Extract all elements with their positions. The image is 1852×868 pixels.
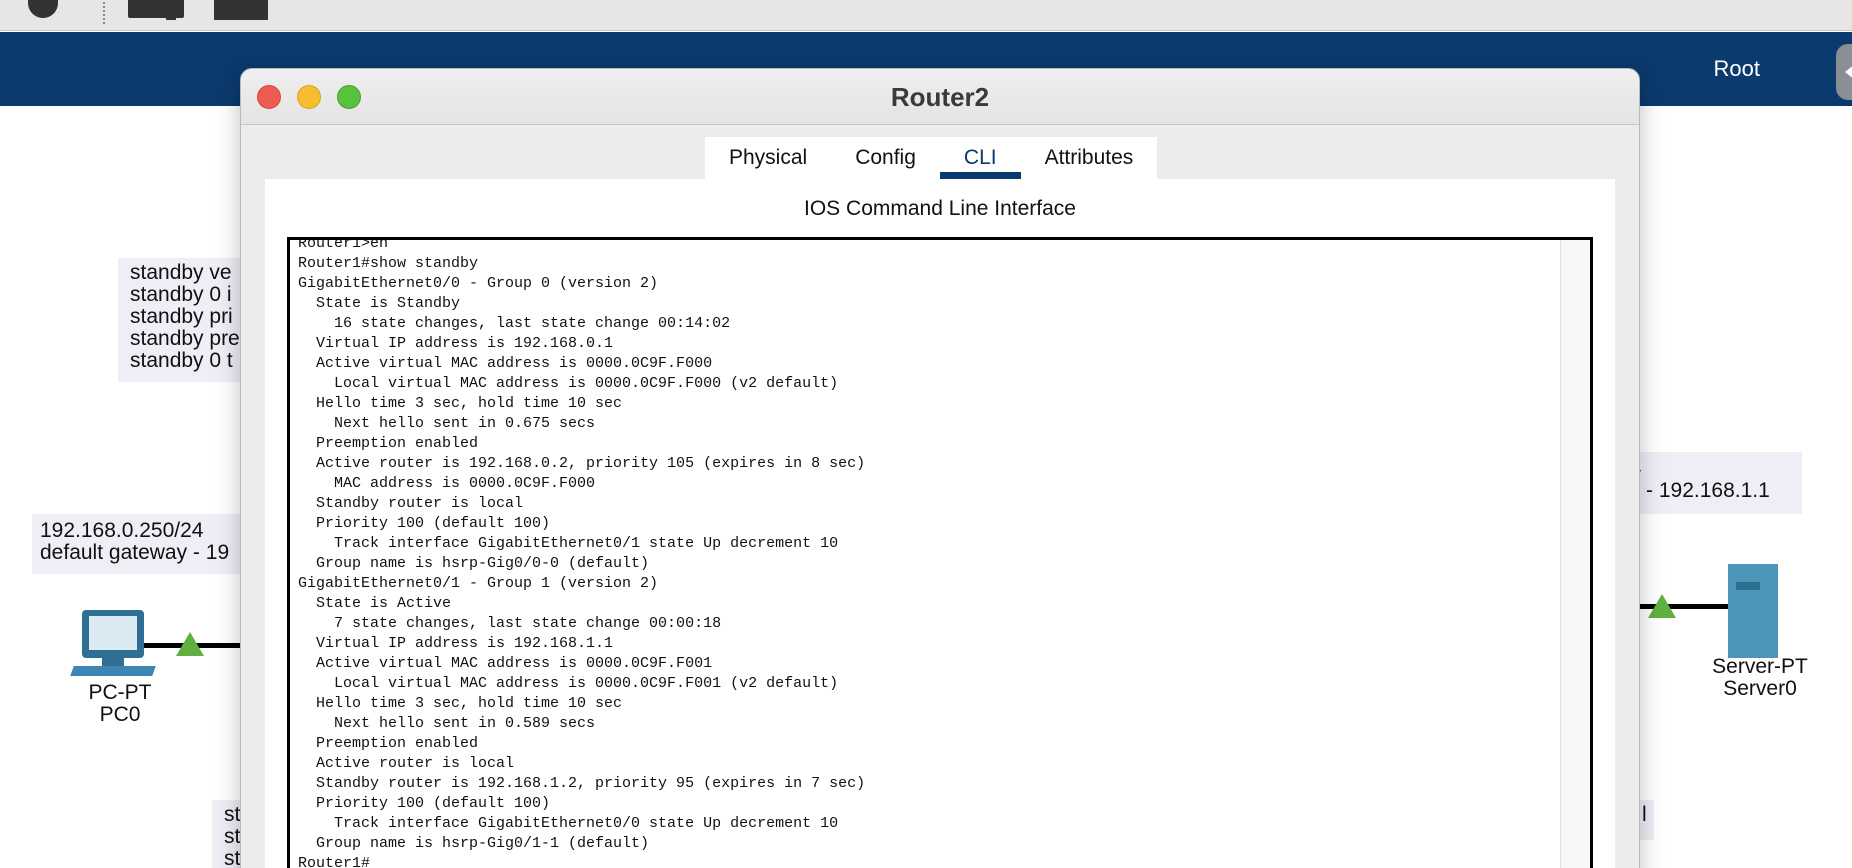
note-standby-config[interactable]: standby ve standby 0 i standby pri stand… [118, 258, 258, 382]
root-label[interactable]: Root [1714, 56, 1760, 82]
server-slot [1736, 582, 1760, 590]
tab-physical[interactable]: Physical [705, 137, 831, 179]
router-window: Router2 Physical Config CLI Attributes I… [240, 68, 1640, 868]
panel-title: IOS Command Line Interface [804, 197, 1076, 220]
toolbar-separator [103, 2, 105, 24]
tab-bar: Physical Config CLI Attributes [705, 137, 1158, 179]
pc-icon[interactable] [68, 610, 158, 684]
server-icon[interactable] [1728, 556, 1790, 658]
cli-output[interactable]: Router1>en Router1#show standby GigabitE… [298, 240, 1558, 868]
monitor-shape [82, 610, 144, 658]
cli-terminal[interactable]: Router1>en Router1#show standby GigabitE… [287, 237, 1593, 868]
back-arrow-icon[interactable] [1836, 44, 1852, 100]
keyboard-shape [70, 666, 156, 676]
link-up-icon [1648, 594, 1676, 618]
tab-config[interactable]: Config [831, 137, 940, 179]
tab-attributes[interactable]: Attributes [1021, 137, 1158, 179]
monitor-stand [102, 658, 124, 666]
top-toolbar [0, 0, 1852, 31]
window-title: Router2 [890, 82, 990, 112]
window-titlebar[interactable]: Router2 [241, 69, 1639, 125]
tab-cli[interactable]: CLI [939, 137, 1021, 179]
terminal-scrollbar[interactable] [1560, 240, 1590, 868]
hand-tool-icon[interactable] [28, 0, 58, 18]
note-pc-ip[interactable]: 192.168.0.250/24 default gateway - 19 [32, 514, 242, 574]
server-front [1728, 564, 1778, 658]
cli-panel: IOS Command Line Interface Router1>en Ro… [265, 179, 1615, 868]
folder-icon[interactable] [214, 0, 268, 20]
device-icon[interactable] [128, 0, 184, 20]
link-up-icon [176, 632, 204, 656]
pc-label[interactable]: PC-PT PC0 [70, 682, 170, 726]
server-label[interactable]: Server-PT Server0 [1700, 656, 1820, 700]
